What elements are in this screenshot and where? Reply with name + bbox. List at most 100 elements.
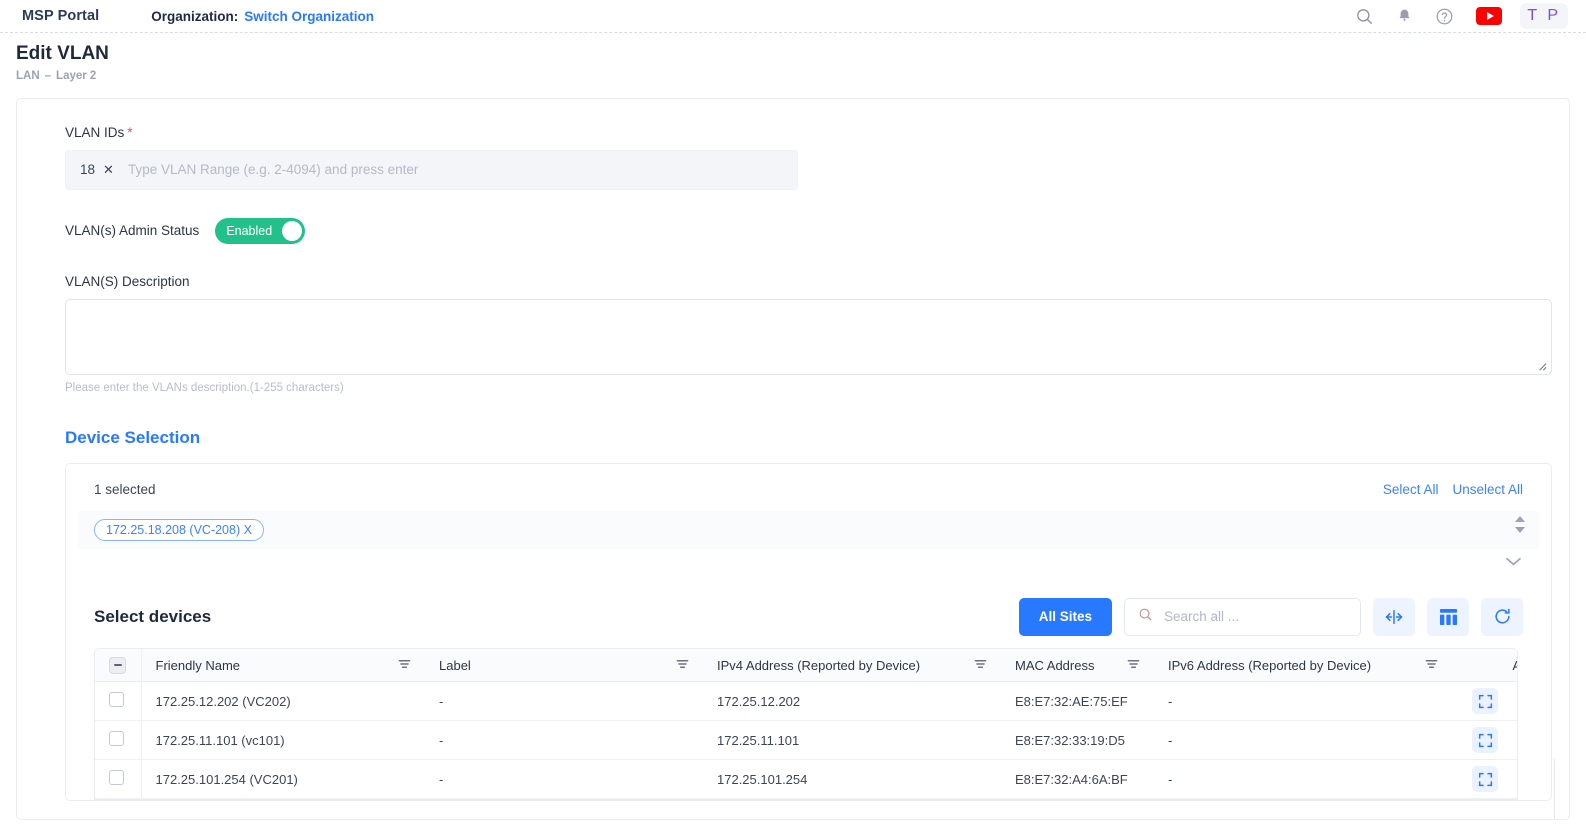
expand-icon[interactable]: [1472, 727, 1498, 753]
top-bar-actions: T P: [1355, 3, 1572, 29]
cell-label: -: [425, 721, 703, 760]
column-header-label-col[interactable]: Label: [425, 649, 703, 682]
table-body: 172.25.12.202 (VC202) - 172.25.12.202 E8…: [95, 682, 1518, 799]
filter-icon[interactable]: [1425, 658, 1438, 673]
chevron-down-icon[interactable]: [1515, 527, 1525, 533]
cell-ipv4: 172.25.12.202: [703, 682, 1001, 721]
admin-status-toggle[interactable]: Enabled: [215, 218, 305, 244]
description-textarea[interactable]: [65, 299, 1552, 375]
column-header-actions[interactable]: Acti...: [1452, 649, 1518, 682]
cell-actions: [1452, 682, 1518, 721]
app-brand: MSP Portal: [22, 8, 99, 24]
vlan-ids-placeholder: Type VLAN Range (e.g. 2-4094) and press …: [128, 162, 418, 177]
top-bar: MSP Portal Organization: Switch Organiza…: [0, 0, 1586, 33]
select-all-link[interactable]: Select All: [1383, 482, 1439, 497]
column-header-mac[interactable]: MAC Address: [1001, 649, 1154, 682]
cell-label: -: [425, 760, 703, 799]
cell-ipv4: 172.25.11.101: [703, 721, 1001, 760]
bell-icon[interactable]: [1396, 7, 1413, 25]
device-selection-box: 1 selected Select All Unselect All 172.2…: [65, 463, 1552, 802]
page-header: Edit VLAN LAN – Layer 2: [0, 33, 1586, 92]
switch-organization-link[interactable]: Switch Organization: [244, 9, 374, 24]
page-scroll-divider: [1554, 759, 1555, 820]
chevron-up-icon[interactable]: [1515, 516, 1525, 522]
table-toolbar: Select devices All Sites: [78, 598, 1539, 636]
resize-handle-icon[interactable]: [1536, 360, 1548, 372]
expand-icon[interactable]: [1472, 688, 1498, 714]
table-row[interactable]: 172.25.101.254 (VC201) - 172.25.101.254 …: [95, 760, 1518, 799]
cell-ipv4: 172.25.101.254: [703, 760, 1001, 799]
table-row[interactable]: 172.25.12.202 (VC202) - 172.25.12.202 E8…: [95, 682, 1518, 721]
cell-friendly-name: 172.25.11.101 (vc101): [141, 721, 425, 760]
cell-label: -: [425, 682, 703, 721]
breadcrumb: LAN – Layer 2: [16, 70, 1586, 82]
cell-friendly-name: 172.25.101.254 (VC201): [141, 760, 425, 799]
table-row[interactable]: 172.25.11.101 (vc101) - 172.25.11.101 E8…: [95, 721, 1518, 760]
organization-switcher: Organization: Switch Organization: [151, 9, 374, 24]
search-box[interactable]: [1124, 598, 1361, 636]
row-checkbox[interactable]: [109, 770, 124, 785]
cell-mac: E8:E7:32:A4:6A:BF: [1001, 760, 1154, 799]
search-icon: [1138, 607, 1153, 627]
search-icon[interactable]: [1355, 7, 1374, 26]
devices-table: Friendly Name L: [94, 648, 1518, 801]
chip-area-scroll-spinner[interactable]: [1515, 516, 1525, 533]
column-header-ipv4[interactable]: IPv4 Address (Reported by Device): [703, 649, 1001, 682]
row-checkbox-cell: [95, 682, 141, 721]
column-header-label: Label: [439, 658, 471, 673]
admin-status-toggle-label: Enabled: [226, 224, 272, 238]
description-label: VLAN(S) Description: [65, 274, 1529, 289]
refresh-icon[interactable]: [1481, 598, 1523, 636]
column-header-label: Friendly Name: [156, 658, 241, 673]
unselect-all-link[interactable]: Unselect All: [1452, 482, 1523, 497]
select-devices-title: Select devices: [94, 607, 211, 627]
expand-icon[interactable]: [1472, 766, 1498, 792]
breadcrumb-leaf: Layer 2: [56, 70, 96, 82]
column-header-friendly-name[interactable]: Friendly Name: [141, 649, 425, 682]
select-all-checkbox-cell: [95, 649, 141, 682]
help-icon[interactable]: [1435, 7, 1454, 26]
avatar[interactable]: T P: [1520, 3, 1568, 29]
vlan-id-chip[interactable]: 18 ✕: [80, 162, 114, 178]
cell-ipv6: -: [1154, 721, 1452, 760]
chevron-double-down-icon[interactable]: [1504, 555, 1523, 572]
columns-icon[interactable]: [1427, 598, 1469, 636]
breadcrumb-root[interactable]: LAN: [16, 70, 40, 82]
filter-icon[interactable]: [974, 658, 987, 673]
row-checkbox[interactable]: [109, 692, 124, 707]
cell-mac: E8:E7:32:AE:75:EF: [1001, 682, 1154, 721]
filter-icon[interactable]: [676, 658, 689, 673]
selected-chips-area: 172.25.18.208 (VC-208) X: [78, 511, 1539, 549]
all-sites-button[interactable]: All Sites: [1019, 598, 1112, 636]
organization-label: Organization:: [151, 9, 238, 24]
cell-friendly-name: 172.25.12.202 (VC202): [141, 682, 425, 721]
search-input[interactable]: [1162, 608, 1347, 625]
filter-icon[interactable]: [1127, 658, 1140, 673]
selected-count: 1 selected: [94, 482, 156, 497]
breadcrumb-separator: –: [45, 70, 51, 82]
filter-icon[interactable]: [398, 658, 411, 673]
close-icon[interactable]: ✕: [103, 162, 114, 178]
column-header-label: MAC Address: [1015, 658, 1094, 673]
column-header-label: IPv6 Address (Reported by Device): [1168, 658, 1371, 673]
vlan-ids-label-text: VLAN IDs: [65, 125, 124, 140]
table-header-row: Friendly Name L: [95, 649, 1518, 682]
row-checkbox[interactable]: [109, 731, 124, 746]
fit-columns-icon[interactable]: [1373, 598, 1415, 636]
expand-chips-row: [78, 549, 1539, 572]
cell-actions: [1452, 760, 1518, 799]
device-selection-title: Device Selection: [65, 428, 1529, 448]
selection-links: Select All Unselect All: [1383, 482, 1523, 497]
column-header-label: Acti...: [1512, 658, 1518, 673]
column-header-ipv6[interactable]: IPv6 Address (Reported by Device): [1154, 649, 1452, 682]
column-header-label: IPv4 Address (Reported by Device): [717, 658, 920, 673]
cell-ipv6: -: [1154, 682, 1452, 721]
select-all-checkbox[interactable]: [109, 657, 126, 674]
selected-device-chip[interactable]: 172.25.18.208 (VC-208) X: [94, 519, 264, 541]
vlan-ids-input[interactable]: 18 ✕ Type VLAN Range (e.g. 2-4094) and p…: [65, 150, 798, 190]
youtube-icon[interactable]: [1476, 7, 1502, 25]
row-checkbox-cell: [95, 760, 141, 799]
toggle-knob: [282, 221, 302, 241]
admin-status-row: VLAN(s) Admin Status Enabled: [65, 218, 1529, 244]
table-toolbar-actions: All Sites: [1019, 598, 1523, 636]
